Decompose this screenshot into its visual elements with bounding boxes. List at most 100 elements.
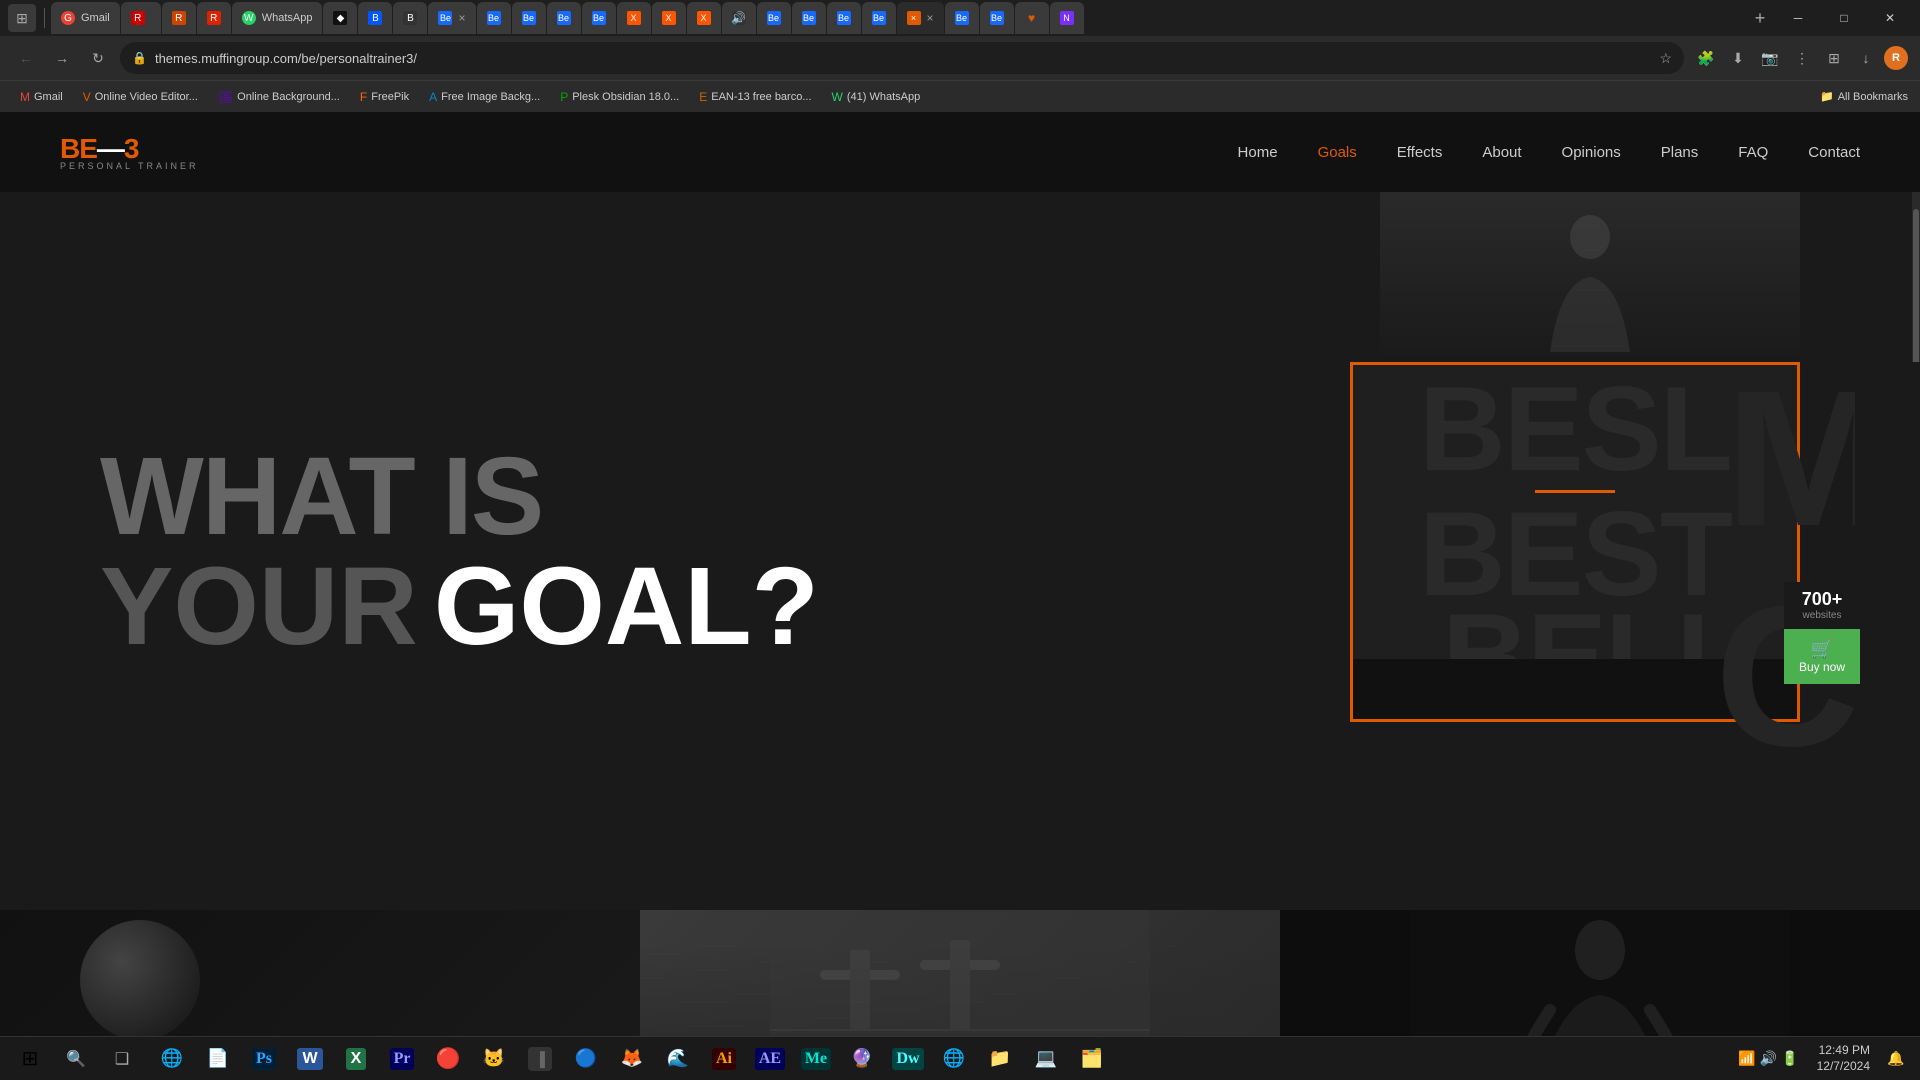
download2-icon[interactable]: ↓	[1852, 44, 1880, 72]
tab-b3[interactable]: Be ×	[428, 2, 475, 34]
tab-whatsapp[interactable]: W WhatsApp	[232, 2, 323, 34]
taskbar-files[interactable]: 📁	[978, 1037, 1022, 1080]
profile-avatar[interactable]: R	[1884, 46, 1908, 70]
url-bar[interactable]: 🔒 themes.muffingroup.com/be/personaltrai…	[120, 42, 1684, 74]
tab-b4[interactable]: Be	[477, 2, 511, 34]
taskbar-firefox[interactable]: 🦊	[610, 1037, 654, 1080]
tab-b8[interactable]: Be	[757, 2, 791, 34]
taskbar-word[interactable]: W	[288, 1037, 332, 1080]
taskbar-illustrator[interactable]: Ai	[702, 1037, 746, 1080]
new-tab-button[interactable]: +	[1746, 4, 1774, 32]
screenshot-icon[interactable]: 📷	[1756, 44, 1784, 72]
taskbar-premiere[interactable]: Pr	[380, 1037, 424, 1080]
settings-icon[interactable]: ⋮	[1788, 44, 1816, 72]
taskbar-edge[interactable]: 🌐	[150, 1037, 194, 1080]
bookmark-free-image[interactable]: A Free Image Backg...	[421, 88, 548, 106]
tab-heart[interactable]: ♥	[1015, 2, 1049, 34]
tab-b7[interactable]: Be	[582, 2, 616, 34]
search-icon: 🔍	[66, 1049, 86, 1069]
edge-icon: 🌐	[161, 1048, 183, 1069]
tab-b10[interactable]: Be	[827, 2, 861, 34]
tab-close-active[interactable]: ×	[927, 11, 934, 25]
taskbar-excel[interactable]: X	[334, 1037, 378, 1080]
tab-b1[interactable]: B	[358, 2, 392, 34]
workspace-button[interactable]: ⊞	[8, 4, 36, 32]
forward-button[interactable]: →	[48, 44, 76, 72]
tab-brave[interactable]: N	[1050, 2, 1084, 34]
taskbar-app-wave[interactable]: 🌐	[932, 1037, 976, 1080]
bookmark-gmail[interactable]: M Gmail	[12, 88, 71, 106]
taskbar-app-purple[interactable]: 🔮	[840, 1037, 884, 1080]
nav-goals[interactable]: Goals	[1318, 144, 1357, 161]
split-icon[interactable]: ⊞	[1820, 44, 1848, 72]
tab-2[interactable]: R	[121, 2, 161, 34]
goal-text: WHAT IS YOUR GOAL?	[100, 442, 819, 662]
nav-home[interactable]: Home	[1238, 144, 1278, 161]
taskbar-aftereffects[interactable]: AE	[748, 1037, 792, 1080]
buy-label: Buy now	[1799, 660, 1845, 674]
tab-x2[interactable]: X	[652, 2, 686, 34]
bookmark-label: Online Video Editor...	[95, 91, 198, 103]
tab-favicon: N	[1060, 11, 1074, 25]
extensions-icon[interactable]: 🧩	[1692, 44, 1720, 72]
start-button[interactable]: ⊞	[8, 1037, 52, 1080]
tab-b9[interactable]: Be	[792, 2, 826, 34]
tab-active[interactable]: × ×	[897, 2, 944, 34]
tab-audio[interactable]: 🔊	[722, 2, 756, 34]
bookmark-freepik[interactable]: F FreePik	[352, 88, 417, 106]
bookmark-whatsapp[interactable]: W (41) WhatsApp	[824, 88, 929, 106]
tab-b6[interactable]: Be	[547, 2, 581, 34]
minimize-button[interactable]: ─	[1776, 2, 1820, 34]
bookmark-plesk[interactable]: P Plesk Obsidian 18.0...	[552, 88, 687, 106]
download-icon[interactable]: ⬇	[1724, 44, 1752, 72]
tab-b2[interactable]: B	[393, 2, 427, 34]
notification-button[interactable]: 🔔	[1880, 1037, 1912, 1080]
buy-now-button[interactable]: 🛒 Buy now	[1784, 629, 1860, 684]
maximize-button[interactable]: □	[1822, 2, 1866, 34]
nav-about[interactable]: About	[1482, 144, 1521, 161]
nav-effects[interactable]: Effects	[1397, 144, 1443, 161]
tab-gmail[interactable]: G Gmail	[51, 2, 120, 34]
nav-opinions[interactable]: Opinions	[1562, 144, 1621, 161]
taskbar-browser2[interactable]: 🌊	[656, 1037, 700, 1080]
taskbar-app-black[interactable]: ▐	[518, 1037, 562, 1080]
taskbar-laptop[interactable]: 💻	[1024, 1037, 1068, 1080]
tray-network[interactable]: 📶	[1738, 1050, 1755, 1067]
tab-x1[interactable]: X	[617, 2, 651, 34]
reload-button[interactable]: ↻	[84, 44, 112, 72]
nav-contact[interactable]: Contact	[1808, 144, 1860, 161]
taskbar-photoshop[interactable]: Ps	[242, 1037, 286, 1080]
site-nav-links: Home Goals Effects About Opinions Plans …	[1238, 144, 1860, 161]
tab-black[interactable]: ◆	[323, 2, 357, 34]
close-button[interactable]: ✕	[1868, 2, 1912, 34]
tray-sound[interactable]: 🔊	[1760, 1050, 1777, 1067]
taskbar-dreamweaver[interactable]: Dw	[886, 1037, 930, 1080]
tab-3[interactable]: R	[162, 2, 196, 34]
taskbar-app-cat[interactable]: 🐱	[472, 1037, 516, 1080]
tab-be-last2[interactable]: Be	[980, 2, 1014, 34]
task-view-button[interactable]: ❑	[100, 1037, 144, 1080]
tab-4[interactable]: R	[197, 2, 231, 34]
dw-icon: Dw	[892, 1048, 923, 1070]
tab-close[interactable]: ×	[458, 11, 465, 25]
tab-x3[interactable]: X	[687, 2, 721, 34]
bookmarks-all[interactable]: 📁 All Bookmarks	[1820, 90, 1908, 103]
taskbar-pdf[interactable]: 📄	[196, 1037, 240, 1080]
taskbar-time[interactable]: 12:49 PM 12/7/2024	[1809, 1043, 1878, 1074]
tab-b11[interactable]: Be	[862, 2, 896, 34]
nav-plans[interactable]: Plans	[1661, 144, 1699, 161]
search-button[interactable]: 🔍	[54, 1037, 98, 1080]
tab-be-last1[interactable]: Be	[945, 2, 979, 34]
taskbar-app-red[interactable]: 🔴	[426, 1037, 470, 1080]
star-icon[interactable]: ☆	[1659, 50, 1672, 67]
taskbar-chrome[interactable]: 🔵	[564, 1037, 608, 1080]
taskbar-mediaencoder[interactable]: Me	[794, 1037, 838, 1080]
bookmark-background[interactable]: 🖼 Online Background...	[210, 88, 348, 106]
back-button[interactable]: ←	[12, 44, 40, 72]
bookmark-ean[interactable]: E EAN-13 free barco...	[691, 88, 819, 106]
tray-battery[interactable]: 🔋	[1781, 1050, 1798, 1067]
tab-b5[interactable]: Be	[512, 2, 546, 34]
bookmark-video-editor[interactable]: V Online Video Editor...	[75, 88, 206, 106]
nav-faq[interactable]: FAQ	[1738, 144, 1768, 161]
taskbar-filemanager[interactable]: 🗂️	[1070, 1037, 1114, 1080]
